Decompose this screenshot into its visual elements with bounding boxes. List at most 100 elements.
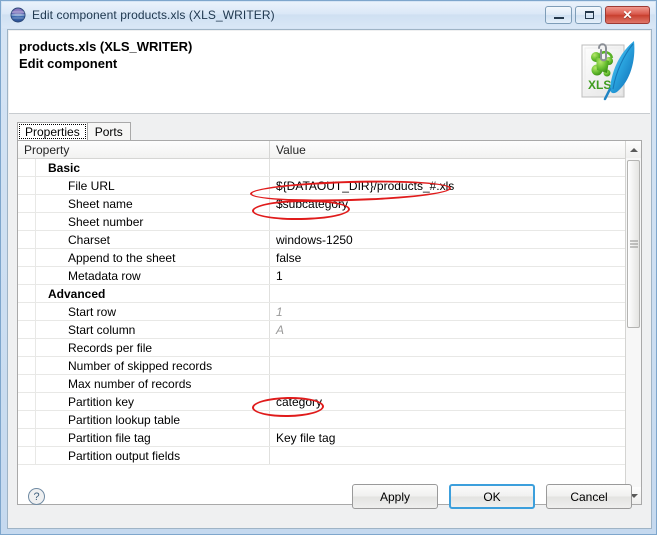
- tree-gutter: [18, 231, 36, 248]
- property-label: Metadata row: [68, 268, 141, 283]
- property-label: Records per file: [68, 340, 153, 355]
- property-label: Append to the sheet: [68, 250, 176, 265]
- cell-value[interactable]: [270, 375, 625, 392]
- tab-ports[interactable]: Ports: [86, 122, 131, 141]
- property-label: Start column: [68, 322, 136, 337]
- cell-property: Start column: [18, 321, 270, 338]
- cell-value[interactable]: $subcategory: [270, 195, 625, 212]
- cell-value[interactable]: [270, 213, 625, 230]
- cell-property: Sheet number: [18, 213, 270, 230]
- cell-value[interactable]: ${DATAOUT_DIR}/products_#.xls: [270, 177, 625, 194]
- tree-gutter: [18, 393, 36, 410]
- svg-text:XLS: XLS: [588, 78, 611, 92]
- maximize-button[interactable]: [575, 6, 602, 24]
- property-label: Advanced: [48, 286, 106, 301]
- scroll-up-arrow-icon[interactable]: [626, 141, 641, 158]
- window-title: Edit component products.xls (XLS_WRITER): [32, 8, 275, 22]
- tree-gutter: [18, 249, 36, 266]
- property-label: Partition output fields: [68, 448, 181, 463]
- table-column-headers: Property Value: [18, 141, 625, 159]
- column-header-value[interactable]: Value: [270, 141, 625, 158]
- table-row[interactable]: Advanced: [18, 285, 625, 303]
- vertical-scrollbar[interactable]: [625, 141, 641, 504]
- tab-strip: Properties Ports: [17, 122, 642, 141]
- cell-value[interactable]: false: [270, 249, 625, 266]
- tab-properties[interactable]: Properties: [17, 122, 88, 141]
- cell-property: Sheet name: [18, 195, 270, 212]
- tree-gutter: [18, 213, 36, 230]
- table-row[interactable]: Start row 1: [18, 303, 625, 321]
- minimize-icon: [554, 17, 564, 19]
- cell-value[interactable]: [270, 447, 625, 464]
- table-row[interactable]: Partition key category: [18, 393, 625, 411]
- tree-gutter: [18, 195, 36, 212]
- tree-gutter: [18, 267, 36, 284]
- table-row[interactable]: Metadata row 1: [18, 267, 625, 285]
- property-label: Partition key: [68, 394, 135, 409]
- tab-ports-label: Ports: [94, 125, 123, 139]
- cell-value[interactable]: 1: [270, 267, 625, 284]
- xls-writer-document-icon: XLS: [574, 37, 640, 105]
- tree-gutter: [18, 159, 36, 176]
- apply-button[interactable]: Apply: [352, 484, 438, 509]
- table-row[interactable]: Partition output fields: [18, 447, 625, 465]
- close-button[interactable]: ✕: [605, 6, 650, 24]
- table-row[interactable]: Basic: [18, 159, 625, 177]
- tree-gutter: [18, 339, 36, 356]
- table-row[interactable]: Number of skipped records: [18, 357, 625, 375]
- cell-value[interactable]: 1: [270, 303, 625, 320]
- cell-property: Partition lookup table: [18, 411, 270, 428]
- cell-property: Append to the sheet: [18, 249, 270, 266]
- table-row[interactable]: Start column A: [18, 321, 625, 339]
- table-row[interactable]: Max number of records: [18, 375, 625, 393]
- table-row[interactable]: Sheet name $subcategory: [18, 195, 625, 213]
- dialog-window: Edit component products.xls (XLS_WRITER)…: [0, 0, 657, 535]
- cell-value[interactable]: A: [270, 321, 625, 338]
- ok-button[interactable]: OK: [449, 484, 535, 509]
- clover-sphere-icon: [10, 7, 26, 23]
- table-body: Basic File URL ${DATAOUT_DIR}/products_#.x…: [18, 159, 625, 504]
- table-row[interactable]: Charset windows-1250: [18, 231, 625, 249]
- cell-property: Metadata row: [18, 267, 270, 284]
- cell-property: Records per file: [18, 339, 270, 356]
- help-icon[interactable]: ?: [28, 488, 45, 505]
- cell-value[interactable]: [270, 411, 625, 428]
- title-bar[interactable]: Edit component products.xls (XLS_WRITER)…: [2, 2, 655, 28]
- cell-property: Partition output fields: [18, 447, 270, 464]
- cell-property: Partition file tag: [18, 429, 270, 446]
- page-subtitle: Edit component: [19, 56, 118, 71]
- property-label: Charset: [68, 232, 111, 247]
- tree-gutter: [18, 303, 36, 320]
- cell-value[interactable]: [270, 339, 625, 356]
- cell-property: Max number of records: [18, 375, 270, 392]
- cell-value[interactable]: category: [270, 393, 625, 410]
- tree-gutter: [18, 357, 36, 374]
- close-icon: ✕: [622, 8, 633, 22]
- tree-gutter: [18, 447, 36, 464]
- cell-value[interactable]: [270, 285, 625, 302]
- tab-properties-label: Properties: [25, 125, 80, 139]
- page-title: products.xls (XLS_WRITER): [19, 39, 193, 54]
- table-row[interactable]: Append to the sheet false: [18, 249, 625, 267]
- property-label: File URL: [68, 178, 115, 193]
- scrollbar-thumb[interactable]: [627, 160, 640, 328]
- cell-value[interactable]: [270, 159, 625, 176]
- property-label: Partition lookup table: [68, 412, 181, 427]
- scrollbar-grip-icon: [629, 240, 638, 248]
- tree-gutter: [18, 429, 36, 446]
- minimize-button[interactable]: [545, 6, 572, 24]
- table-row[interactable]: File URL ${DATAOUT_DIR}/products_#.xls: [18, 177, 625, 195]
- tree-gutter: [18, 411, 36, 428]
- table-row[interactable]: Partition file tag Key file tag: [18, 429, 625, 447]
- property-label: Sheet name: [68, 196, 133, 211]
- table-row[interactable]: Records per file: [18, 339, 625, 357]
- cell-value[interactable]: Key file tag: [270, 429, 625, 446]
- table-row[interactable]: Partition lookup table: [18, 411, 625, 429]
- cancel-button[interactable]: Cancel: [546, 484, 632, 509]
- dialog-header: products.xls (XLS_WRITER) Edit component: [9, 31, 650, 114]
- cell-value[interactable]: windows-1250: [270, 231, 625, 248]
- cell-value[interactable]: [270, 357, 625, 374]
- table-row[interactable]: Sheet number: [18, 213, 625, 231]
- column-header-property[interactable]: Property: [18, 141, 270, 158]
- property-label: Basic: [48, 160, 81, 175]
